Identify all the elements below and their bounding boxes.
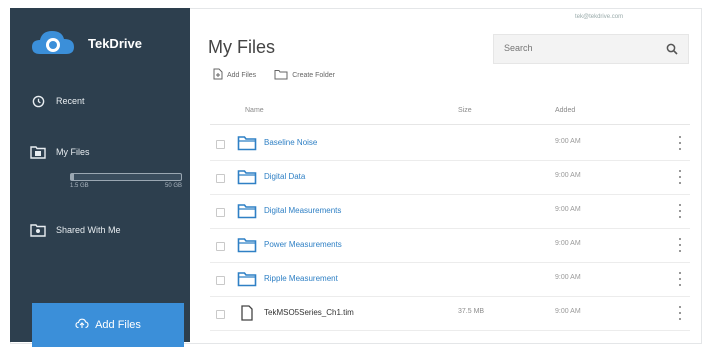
sidebar: TekDrive Recent My Files 1.5 GB 50 GB Sh… xyxy=(10,8,190,347)
more-options-icon[interactable] xyxy=(677,272,683,286)
more-options-icon[interactable] xyxy=(677,170,683,184)
file-icon xyxy=(237,305,257,321)
create-folder-button[interactable]: Create Folder xyxy=(274,68,335,82)
sidebar-item-label: My Files xyxy=(56,147,90,157)
search-input[interactable] xyxy=(494,35,654,61)
page-title: My Files xyxy=(208,37,275,57)
more-options-icon[interactable] xyxy=(677,136,683,150)
file-added: 9:00 AM xyxy=(555,274,581,281)
file-add-icon xyxy=(213,68,223,82)
table-row[interactable]: Power Measurements 9:00 AM xyxy=(210,229,690,263)
table-row[interactable]: Digital Measurements 9:00 AM xyxy=(210,195,690,229)
search-box xyxy=(493,34,689,64)
file-added: 9:00 AM xyxy=(555,172,581,179)
file-size: 37.5 MB xyxy=(458,308,485,315)
file-added: 9:00 AM xyxy=(555,308,581,315)
folder-icon xyxy=(237,271,257,287)
sidebar-item-my-files[interactable]: My Files xyxy=(30,144,90,160)
column-header-name[interactable]: Name xyxy=(245,107,264,114)
toolbar-add-files-button[interactable]: Add Files xyxy=(213,68,256,82)
column-header-size[interactable]: Size xyxy=(458,107,472,114)
row-checkbox[interactable] xyxy=(216,310,225,319)
file-name[interactable]: Power Measurements xyxy=(264,240,342,249)
file-added: 9:00 AM xyxy=(555,138,581,145)
row-checkbox[interactable] xyxy=(216,174,225,183)
toolbar: Add Files Create Folder xyxy=(213,68,335,82)
create-folder-label: Create Folder xyxy=(292,71,335,79)
table-row[interactable]: TekMSO5Series_Ch1.tim 37.5 MB 9:00 AM xyxy=(210,297,690,331)
add-files-label: Add Files xyxy=(95,319,141,331)
file-name[interactable]: TekMSO5Series_Ch1.tim xyxy=(264,308,354,317)
app-name: TekDrive xyxy=(88,35,142,51)
storage-bar xyxy=(70,173,182,181)
file-name[interactable]: Digital Data xyxy=(264,172,305,181)
folder-add-icon xyxy=(274,69,288,82)
table-header: Name Size Added xyxy=(210,100,690,125)
folder-user-icon xyxy=(30,144,46,160)
table-row[interactable]: Baseline Noise 9:00 AM xyxy=(210,127,690,161)
cloud-upload-icon xyxy=(75,318,89,332)
add-files-button[interactable]: Add Files xyxy=(32,303,184,347)
file-name[interactable]: Baseline Noise xyxy=(264,138,317,147)
history-icon xyxy=(30,93,46,109)
table-row[interactable]: Digital Data 9:00 AM xyxy=(210,161,690,195)
row-checkbox[interactable] xyxy=(216,208,225,217)
folder-shared-icon xyxy=(30,222,46,238)
sidebar-item-label: Shared With Me xyxy=(56,225,121,235)
folder-icon xyxy=(237,169,257,185)
cloud-logo-icon xyxy=(30,28,76,58)
search-icon[interactable] xyxy=(666,42,678,55)
folder-icon xyxy=(237,135,257,151)
sidebar-item-recent[interactable]: Recent xyxy=(30,93,85,109)
sidebar-item-label: Recent xyxy=(56,96,85,106)
toolbar-add-files-label: Add Files xyxy=(227,71,257,79)
table-row[interactable]: Ripple Measurement 9:00 AM xyxy=(210,263,690,297)
row-checkbox[interactable] xyxy=(216,276,225,285)
sidebar-item-shared-with-me[interactable]: Shared With Me xyxy=(30,222,121,238)
logo[interactable]: TekDrive xyxy=(30,28,142,58)
storage-meter: 1.5 GB 50 GB xyxy=(70,173,182,189)
file-name[interactable]: Ripple Measurement xyxy=(264,274,338,283)
storage-used: 1.5 GB xyxy=(70,183,89,189)
row-checkbox[interactable] xyxy=(216,242,225,251)
folder-icon xyxy=(237,203,257,219)
row-checkbox[interactable] xyxy=(216,140,225,149)
file-added: 9:00 AM xyxy=(555,240,581,247)
more-options-icon[interactable] xyxy=(677,238,683,252)
folder-icon xyxy=(237,237,257,253)
more-options-icon[interactable] xyxy=(677,204,683,218)
file-name[interactable]: Digital Measurements xyxy=(264,206,341,215)
storage-total: 50 GB xyxy=(164,183,182,189)
column-header-added[interactable]: Added xyxy=(555,107,575,114)
user-menu[interactable]: tek@tekdrive.com xyxy=(575,14,623,20)
more-options-icon[interactable] xyxy=(677,306,683,320)
file-added: 9:00 AM xyxy=(555,206,581,213)
